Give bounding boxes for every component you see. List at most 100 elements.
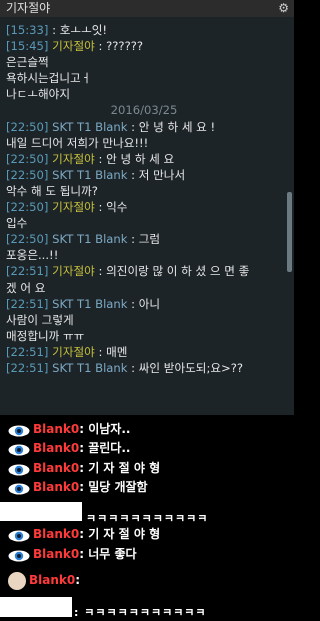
chat-line: 나ㄷㅗ해야지 <box>6 86 282 102</box>
overlay-chat-row: Blank0: 기 자 절 야 형 <box>0 525 160 543</box>
overlay-colon: : <box>79 461 89 475</box>
chat-continuation-text: 나ㄷㅗ해야지 <box>6 87 70 102</box>
chat-separator: : <box>127 232 139 247</box>
chat-separator: : <box>127 360 139 375</box>
chat-continuation-text: 은근슬쩍 <box>6 55 49 70</box>
chat-separator: : <box>94 344 107 359</box>
chat-continuation-text: 사람이 그렇게 <box>6 312 74 327</box>
chat-line: [22:51] SKT T1 Blank : 아니 <box>6 296 282 312</box>
overlay-username: Blank0 <box>33 480 80 494</box>
chat-timestamp: [22:50] <box>6 119 49 134</box>
chat-message-text: 그럼 <box>138 232 161 247</box>
chat-line: [22:50] SKT T1 Blank : 그럼 <box>6 231 282 247</box>
chat-continuation-text: 내일 드디어 저희가 만나요!!! <box>6 135 149 150</box>
chat-separator: : <box>52 23 60 37</box>
censor-bar <box>0 502 82 521</box>
chat-message-text: 아니 <box>138 296 161 311</box>
overlay-username: Blank0 <box>29 573 76 587</box>
chat-line: [22:50] SKT T1 Blank : 안 녕 하 세 요 ! <box>6 119 282 135</box>
chat-message-text: 안 녕 하 세 요 ! <box>138 119 216 134</box>
chat-timestamp: [22:50] <box>6 200 49 215</box>
eye-icon <box>8 482 30 494</box>
overlay-username: Blank0 <box>33 422 80 436</box>
overlay-username: Blank0 <box>33 547 80 561</box>
overlay-message-text: 기 자 절 야 형 <box>88 461 161 475</box>
chat-timestamp: [22:50] <box>6 151 49 166</box>
scrollbar[interactable] <box>287 192 292 272</box>
overlay-colon: : <box>79 527 89 541</box>
chat-line: [22:51] SKT T1 Blank : 싸인 받아도되;요>?? <box>6 360 282 376</box>
chat-timestamp: [22:51] <box>6 344 49 359</box>
chat-continuation-text: 욕하시는겁니고ㅓ <box>6 71 92 86</box>
chat-timestamp: [22:50] <box>6 232 49 247</box>
overlay-chat-row: Blank0: 끌린다.. <box>0 439 130 457</box>
chat-line: [22:51] 기자절야 : 의진이랑 많 이 하 셨 으 면 좋 <box>6 263 282 279</box>
chat-line: [22:50] 기자절야 : 익수 <box>6 199 282 215</box>
overlay-laugh-text: : ㅋㅋㅋㅋㅋㅋㅋㅋㅋㅋㅋ <box>74 606 207 619</box>
eye-icon <box>8 549 30 561</box>
overlay-laugh-text: ㅋㅋㅋㅋㅋㅋㅋㅋㅋㅋㅋ <box>86 512 209 525</box>
chat-line: 내일 드디어 저희가 만나요!!! <box>6 135 282 151</box>
chat-sender-name: SKT T1 Blank <box>52 360 128 375</box>
chat-line: 은근슬쩍 <box>6 54 282 70</box>
eye-icon <box>8 443 30 455</box>
title-bar: 기자절야 ⚙ <box>0 0 294 17</box>
chat-line: [15:33] : 호ㅗㅗ잇! <box>6 22 282 38</box>
chat-sender-name: SKT T1 Blank <box>52 296 128 311</box>
chat-line: [22:50] 기자절야 : 안 녕 하 세 요 <box>6 151 282 167</box>
chat-timestamp: [22:51] <box>6 264 49 279</box>
chat-sender-name: 기자절야 <box>52 264 95 279</box>
chat-sender-name: SKT T1 Blank <box>52 232 128 247</box>
chat-message-text: 저 만나서 <box>138 167 186 182</box>
chat-separator: : <box>127 167 139 182</box>
overlay-chat-row: Blank0: 밀당 개잘함 <box>0 478 148 496</box>
chat-timestamp: [22:51] <box>6 296 49 311</box>
overlay-message-text: 이남자.. <box>88 422 131 436</box>
chat-message-text: 익수 <box>106 200 128 215</box>
overlay-message-text: 끌린다.. <box>88 441 131 455</box>
chat-sender-name: SKT T1 Blank <box>52 167 128 182</box>
overlay-chat-row: Blank0: 기 자 절 야 형 <box>0 459 160 477</box>
chat-continuation-text: 겠 어 요 <box>6 280 46 295</box>
overlay-username: Blank0 <box>33 441 80 455</box>
chat-line: 포옹은...!! <box>6 247 282 263</box>
chat-continuation-text: 포옹은...!! <box>6 248 59 263</box>
chat-message-text: 싸인 받아도되;요>?? <box>138 360 244 375</box>
eye-icon <box>8 529 30 541</box>
chat-line: [22:51] 기자절야 : 매멘 <box>6 344 282 360</box>
chat-separator: : <box>94 39 107 54</box>
chat-message-text: 안 녕 하 세 요 <box>106 151 175 166</box>
chat-line: 매정합니까 ㅠㅠ <box>6 328 282 344</box>
avatar <box>8 571 26 590</box>
chat-continuation-text: 입수 <box>6 216 28 231</box>
chat-message-text: 의진이랑 많 이 하 셨 으 면 좋 <box>106 264 250 279</box>
overlay-message-text: 기 자 절 야 형 <box>88 527 161 541</box>
chat-line: 사람이 그렇게 <box>6 312 282 328</box>
chat-sender-name: 기자절야 <box>52 200 95 215</box>
chat-continuation-text: 매정합니까 ㅠㅠ <box>6 328 85 343</box>
chat-sender-name: 기자절야 <box>52 151 95 166</box>
gear-icon[interactable]: ⚙ <box>278 0 289 17</box>
chat-line: 욕하시는겁니고ㅓ <box>6 70 282 86</box>
chat-message-text: 매멘 <box>106 344 128 359</box>
chat-timestamp: [15:45] <box>6 39 49 54</box>
chat-sender-name: SKT T1 Blank <box>52 119 128 134</box>
overlay-colon: : <box>75 573 81 587</box>
chat-timestamp: [15:33] <box>6 23 49 37</box>
chat-timestamp: [22:50] <box>6 167 49 182</box>
overlay-username: Blank0 <box>33 527 80 541</box>
overlay-chat-row: Blank0: 너무 좋다 <box>0 545 137 563</box>
chat-line: 입수 <box>6 215 282 231</box>
censor-bar <box>0 597 72 617</box>
stream-chat-overlay: Blank0: 이남자.. Blank0: 끌린다.. Blank0: 기 자 절 … <box>0 415 294 621</box>
overlay-chat-row: Blank0: <box>0 571 81 590</box>
chat-message-text: 호ㅗㅗ잇! <box>59 23 108 37</box>
window-title: 기자절야 <box>6 1 51 15</box>
overlay-message-text: 밀당 개잘함 <box>88 480 148 494</box>
overlay-colon: : <box>79 441 89 455</box>
overlay-colon: : <box>79 422 89 436</box>
overlay-colon: : <box>79 480 89 494</box>
overlay-colon: : <box>79 547 89 561</box>
chat-message-text: ?????? <box>106 39 144 54</box>
overlay-chat-row: Blank0: 이남자.. <box>0 420 130 438</box>
